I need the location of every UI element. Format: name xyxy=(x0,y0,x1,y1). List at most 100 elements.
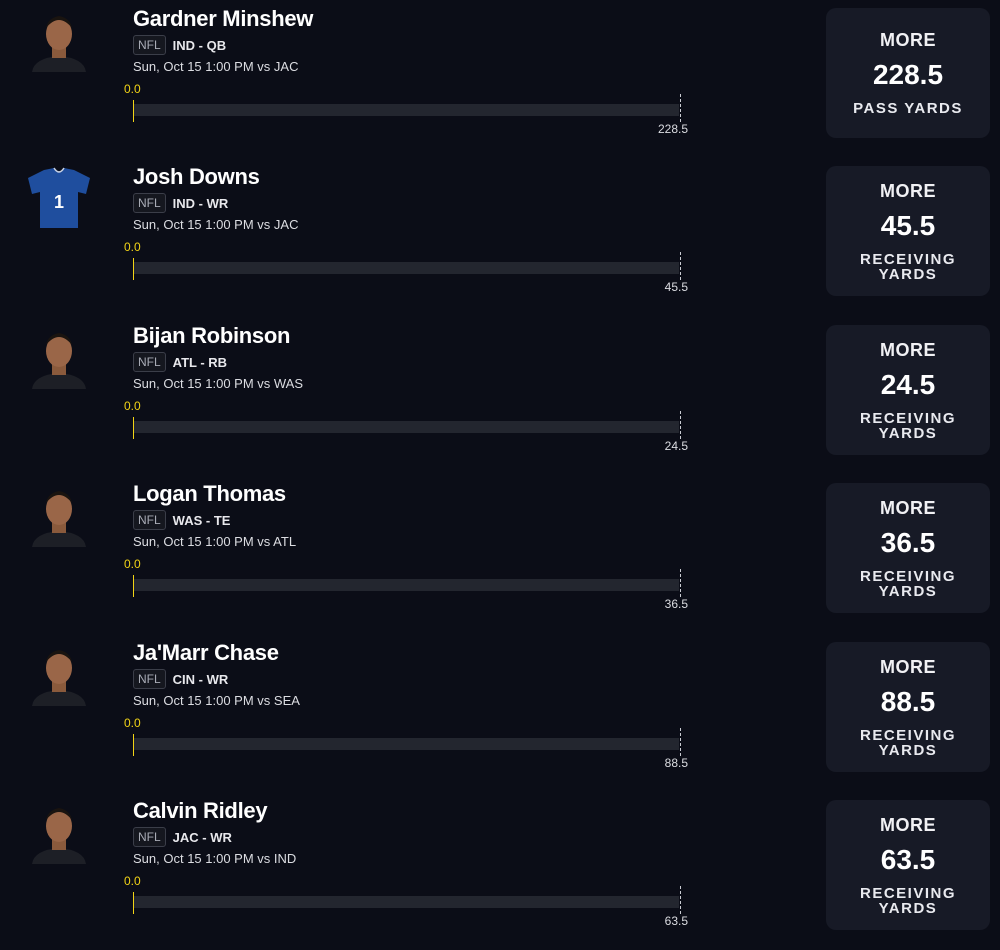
league-badge: NFL xyxy=(133,510,166,530)
league-badge: NFL xyxy=(133,827,166,847)
headshot-svg xyxy=(32,16,86,72)
pick-stat-type: RECEIVING YARDS xyxy=(859,250,956,283)
player-name: Ja'Marr Chase xyxy=(133,640,279,665)
pick-stat-type: RECEIVING YARDS xyxy=(859,409,956,442)
pick-direction: MORE xyxy=(880,497,936,518)
pick-stat-type: RECEIVING YARDS xyxy=(859,884,956,917)
progress-start-marker xyxy=(133,100,134,122)
player-meta: NFL WAS - TE xyxy=(133,509,230,531)
player-meta: NFL IND - WR xyxy=(133,192,228,214)
pick-direction: MORE xyxy=(880,339,936,360)
line-marker xyxy=(680,569,681,597)
player-name: Bijan Robinson xyxy=(133,323,291,348)
pick-stat-type: PASS YARDS xyxy=(853,100,963,117)
team-position: ATL - RB xyxy=(172,354,228,370)
progress-bar xyxy=(133,728,681,756)
jersey-svg: 1 xyxy=(28,167,90,228)
jersey-number: 1 xyxy=(54,192,64,212)
headshot-svg xyxy=(32,650,86,706)
pick-card[interactable]: MORE 45.5 RECEIVING YARDS xyxy=(826,166,990,296)
team-position: IND - QB xyxy=(172,37,227,53)
progress-start-label: 0.0 xyxy=(124,874,141,888)
pick-direction: MORE xyxy=(880,656,936,677)
progress-start-label: 0.0 xyxy=(124,557,141,571)
progress-track xyxy=(133,896,679,908)
league-badge: NFL xyxy=(133,352,166,372)
progress-track xyxy=(133,579,679,591)
game-time: Sun, Oct 15 1:00 PM vs ATL xyxy=(133,534,297,549)
headshot-svg xyxy=(32,808,86,864)
line-marker xyxy=(680,94,681,122)
pick-line-value: 88.5 xyxy=(880,685,936,717)
line-marker xyxy=(680,886,681,914)
player-meta: NFL CIN - WR xyxy=(133,668,228,690)
game-time: Sun, Oct 15 1:00 PM vs IND xyxy=(133,851,297,866)
line-marker xyxy=(680,728,681,756)
progress-line-label: 228.5 xyxy=(657,122,688,136)
player-name: Josh Downs xyxy=(133,164,260,189)
player-headshot-icon xyxy=(24,798,94,864)
player-headshot-icon xyxy=(24,640,94,706)
progress-line-label: 63.5 xyxy=(664,914,688,928)
jersey-icon: 1 xyxy=(24,164,94,230)
game-time: Sun, Oct 15 1:00 PM vs WAS xyxy=(133,376,304,391)
team-position: JAC - WR xyxy=(172,829,232,845)
league-badge: NFL xyxy=(133,669,166,689)
player-headshot-icon xyxy=(24,6,94,72)
progress-bar xyxy=(133,411,681,439)
progress-start-marker xyxy=(133,734,134,756)
progress-start-label: 0.0 xyxy=(124,240,141,254)
player-row: Logan Thomas NFL WAS - TE Sun, Oct 15 1:… xyxy=(0,475,1000,633)
pick-stat-type: RECEIVING YARDS xyxy=(859,726,956,759)
progress-start-marker xyxy=(133,892,134,914)
progress-track xyxy=(133,104,679,116)
player-name: Logan Thomas xyxy=(133,481,286,506)
pick-line-value: 24.5 xyxy=(880,368,936,400)
game-time: Sun, Oct 15 1:00 PM vs JAC xyxy=(133,217,299,232)
league-badge: NFL xyxy=(133,35,166,55)
pick-card[interactable]: MORE 228.5 PASS YARDS xyxy=(826,8,990,138)
progress-bar xyxy=(133,94,681,122)
progress-line-label: 24.5 xyxy=(664,439,688,453)
progress-start-label: 0.0 xyxy=(124,399,141,413)
progress-track xyxy=(133,421,679,433)
team-position: WAS - TE xyxy=(172,512,231,528)
game-time: Sun, Oct 15 1:00 PM vs SEA xyxy=(133,693,300,708)
headshot-svg xyxy=(32,333,86,389)
pick-line-value: 63.5 xyxy=(880,843,936,875)
player-headshot-icon xyxy=(24,481,94,547)
progress-start-marker xyxy=(133,417,134,439)
player-row: 1 Josh Downs NFL IND - WR Sun, Oct 15 1:… xyxy=(0,158,1000,316)
player-name: Gardner Minshew xyxy=(133,6,314,31)
progress-start-label: 0.0 xyxy=(124,82,141,96)
progress-track xyxy=(133,262,679,274)
player-meta: NFL JAC - WR xyxy=(133,826,232,848)
line-marker xyxy=(680,252,681,280)
pick-line-value: 228.5 xyxy=(872,59,944,90)
player-row: Gardner Minshew NFL IND - QB Sun, Oct 15… xyxy=(0,0,1000,158)
team-position: CIN - WR xyxy=(172,671,229,687)
progress-start-label: 0.0 xyxy=(124,716,141,730)
line-marker xyxy=(680,411,681,439)
progress-track xyxy=(133,738,679,750)
team-position: IND - WR xyxy=(172,195,229,211)
pick-card[interactable]: MORE 24.5 RECEIVING YARDS xyxy=(826,325,990,455)
game-time: Sun, Oct 15 1:00 PM vs JAC xyxy=(133,59,299,74)
progress-bar xyxy=(133,886,681,914)
progress-bar xyxy=(133,569,681,597)
player-headshot-icon xyxy=(24,323,94,389)
pick-card[interactable]: MORE 36.5 RECEIVING YARDS xyxy=(826,483,990,613)
progress-bar xyxy=(133,252,681,280)
player-meta: NFL ATL - RB xyxy=(133,351,227,373)
player-row: Calvin Ridley NFL JAC - WR Sun, Oct 15 1… xyxy=(0,792,1000,950)
pick-line-value: 36.5 xyxy=(880,526,936,558)
pick-card[interactable]: MORE 88.5 RECEIVING YARDS xyxy=(826,642,990,772)
progress-line-label: 88.5 xyxy=(664,756,688,770)
player-row: Ja'Marr Chase NFL CIN - WR Sun, Oct 15 1… xyxy=(0,634,1000,792)
progress-start-marker xyxy=(133,575,134,597)
pick-card[interactable]: MORE 63.5 RECEIVING YARDS xyxy=(826,800,990,930)
pick-stat-type: RECEIVING YARDS xyxy=(859,567,956,600)
player-name: Calvin Ridley xyxy=(133,798,268,823)
pick-direction: MORE xyxy=(880,180,936,201)
pick-line-value: 45.5 xyxy=(880,209,936,241)
